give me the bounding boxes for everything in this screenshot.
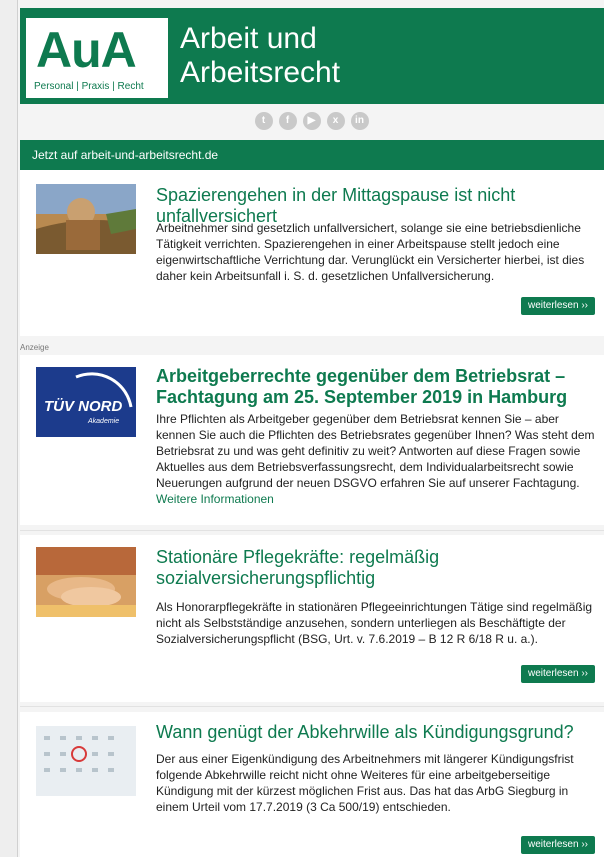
article-body: Der aus einer Eigenkündigung des Arbeitn… (156, 752, 574, 814)
article-body: Arbeitnehmer sind gesetzlich unfallversi… (156, 221, 585, 283)
more-info-link[interactable]: Weitere Informationen (156, 492, 274, 506)
ad-card: TÜV NORD Akademie Arbeitgeberrechte gege… (20, 355, 604, 525)
section-bar[interactable]: Jetzt auf arbeit-und-arbeitsrecht.de (20, 140, 604, 170)
logo-tagline: Personal | Praxis | Recht (34, 81, 144, 92)
read-more-button[interactable]: weiterlesen ›› (520, 836, 595, 854)
tuv-logo-text: TÜV NORD (44, 398, 123, 415)
header-title-line2: Arbeitsrecht (180, 56, 341, 89)
ad-body-text: Ihre Pflichten als Arbeitgeber gegenüber… (156, 412, 595, 490)
youtube-icon[interactable]: ▶ (302, 112, 321, 130)
article-card: Stationäre Pflegekräfte: regelmäßig sozi… (20, 535, 604, 702)
article-card: Wann genügt der Abkehrwille als Kündigun… (20, 712, 604, 857)
header-title-line1: Arbeit und (180, 22, 317, 55)
linkedin-icon[interactable]: in (350, 112, 369, 130)
article-card: Spazierengehen in der Mittagspause ist n… (20, 170, 604, 336)
read-more-button[interactable]: weiterlesen ›› (520, 665, 595, 683)
tuv-nord-logo[interactable]: TÜV NORD Akademie (36, 367, 136, 437)
ad-label: Anzeige (20, 343, 49, 352)
read-more-button[interactable]: weiterlesen ›› (520, 297, 595, 315)
xing-icon[interactable]: x (326, 112, 345, 130)
logo-wordmark: AuA (36, 22, 137, 78)
header-banner: AuA Personal | Praxis | Recht Arbeit und… (20, 8, 604, 104)
tuv-logo-subtext: Akademie (87, 418, 119, 425)
twitter-icon[interactable]: t (254, 112, 273, 130)
article-thumbnail[interactable] (36, 184, 136, 254)
divider (20, 530, 604, 531)
ad-title[interactable]: Arbeitgeberrechte gegenüber dem Betriebs… (156, 366, 601, 408)
social-links: t f ▶ x in (18, 110, 604, 132)
article-title[interactable]: Stationäre Pflegekräfte: regelmäßig sozi… (156, 547, 601, 589)
header-title: Arbeit und Arbeitsrecht (180, 22, 340, 90)
facebook-icon[interactable]: f (278, 112, 297, 130)
article-body: Als Honorarpflegekräfte in stationären P… (156, 600, 593, 646)
article-thumbnail[interactable] (36, 726, 136, 796)
ad-body: Ihre Pflichten als Arbeitgeber gegenüber… (156, 411, 596, 507)
newsletter-frame: AuA Personal | Praxis | Recht Arbeit und… (17, 0, 604, 857)
article-title[interactable]: Wann genügt der Abkehrwille als Kündigun… (156, 722, 601, 743)
divider (20, 706, 604, 707)
article-thumbnail[interactable] (36, 547, 136, 617)
aua-logo[interactable]: AuA Personal | Praxis | Recht (26, 18, 168, 98)
